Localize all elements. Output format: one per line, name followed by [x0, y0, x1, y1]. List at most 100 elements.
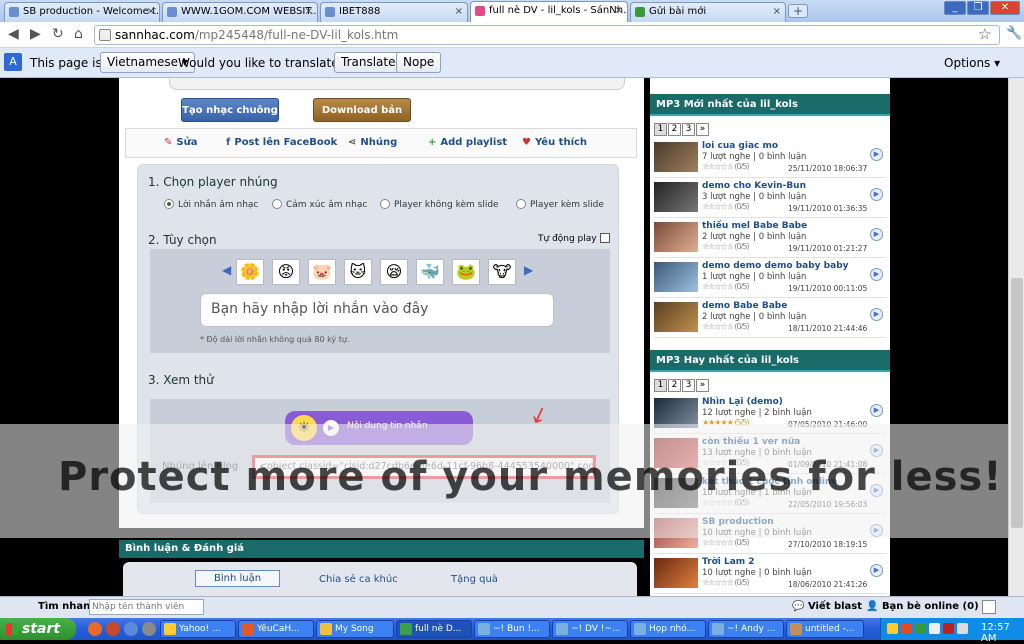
embed-link[interactable]: ⋖ Nhúng	[348, 137, 397, 148]
translate-button[interactable]: Translate	[334, 52, 403, 73]
play-icon[interactable]: ▶	[870, 484, 883, 497]
play-icon[interactable]: ▶	[323, 420, 339, 436]
song-title[interactable]: SB production	[702, 517, 774, 527]
home-icon[interactable]: ⌂	[74, 26, 83, 42]
wrench-menu-icon[interactable]: 🔧	[1006, 26, 1022, 41]
start-button[interactable]: start	[0, 618, 76, 640]
emoticon-frog-icon[interactable]: 🐸	[452, 259, 480, 285]
url-input[interactable]: sannhac.com/mp245448/full-ne-DV-lil_kols…	[94, 25, 1000, 45]
emoticon-whale-icon[interactable]: 🐳	[416, 259, 444, 285]
autoplay-toggle[interactable]: Tự động play	[538, 233, 610, 244]
emoticon-pig-icon[interactable]: 🐷	[308, 259, 336, 285]
taskbar-item[interactable]: Họp nhó...	[630, 620, 706, 638]
list-item[interactable]: demo cho Kevin-Bun 3 lượt nghe | 0 bình l…	[654, 180, 886, 218]
page-3[interactable]: 3	[682, 123, 695, 136]
facebook-link[interactable]: f Post lên FaceBook	[226, 137, 337, 148]
taskbar-item[interactable]: ~! DV !~...	[552, 620, 628, 638]
song-title[interactable]: Nhìn Lại (demo)	[702, 397, 783, 407]
song-title[interactable]: loi cua giac mo	[702, 141, 778, 151]
scrollbar-thumb[interactable]	[1011, 278, 1023, 528]
taskbar-item[interactable]: untitled -...	[786, 620, 864, 638]
prev-arrow-icon[interactable]: ◀	[222, 263, 231, 277]
firefox-icon[interactable]	[88, 622, 102, 636]
minimize-button[interactable]: _	[944, 1, 966, 15]
page-2[interactable]: 2	[668, 379, 681, 392]
tray-safely-remove-icon[interactable]	[957, 623, 968, 634]
list-item[interactable]: thiếu mel Babe Babe 2 lượt nghe | 0 bình …	[654, 220, 886, 258]
play-icon[interactable]: ▶	[870, 308, 883, 321]
page-1[interactable]: 1	[654, 123, 667, 136]
close-tab-icon[interactable]: ×	[773, 3, 781, 21]
play-icon[interactable]: ▶	[870, 444, 883, 457]
vertical-scrollbar[interactable]	[1008, 78, 1024, 596]
song-title[interactable]: Trời Lam 2	[702, 557, 755, 567]
ringtone-button[interactable]: Tạo nhạc chuông	[181, 98, 279, 122]
play-icon[interactable]: ▶	[870, 404, 883, 417]
tab-comments[interactable]: Bình luận	[195, 570, 281, 587]
forward-icon[interactable]: ▶	[30, 26, 41, 42]
song-title[interactable]: thiếu mel Babe Babe	[702, 221, 807, 231]
tray-antivirus-icon[interactable]	[943, 623, 954, 634]
close-window-button[interactable]: ✕	[990, 1, 1020, 15]
song-title[interactable]: kết thúc 1 cuộc tình online	[702, 477, 838, 487]
tray-volume-icon[interactable]	[929, 623, 940, 634]
add-playlist-link[interactable]: + Add playlist	[428, 137, 507, 148]
song-title[interactable]: demo demo demo baby baby	[702, 261, 849, 271]
radio-player-with-slide[interactable]: Player kèm slide	[516, 199, 604, 210]
list-item[interactable]: loi cua giac mo 7 lượt nghe | 0 bình luận…	[654, 140, 886, 178]
viet-blast-button[interactable]: 💬 Viết blast	[792, 601, 862, 612]
emoticon-pinkcow-icon[interactable]: 🐮	[488, 259, 516, 285]
browser-tab-2[interactable]: WWW.1GOM.COM WEBSIT... ×	[162, 2, 318, 22]
page-3[interactable]: 3	[682, 379, 695, 392]
browser-tab-3[interactable]: IBET888 ×	[320, 2, 468, 22]
play-icon[interactable]: ▶	[870, 148, 883, 161]
close-tab-icon[interactable]: ×	[147, 3, 155, 21]
back-icon[interactable]: ◀	[8, 26, 19, 42]
page-2[interactable]: 2	[668, 123, 681, 136]
nope-button[interactable]: Nope	[396, 52, 442, 73]
taskbar-item[interactable]: ~! Andy ...	[708, 620, 784, 638]
taskbar-item[interactable]: My Song	[316, 620, 394, 638]
preview-player[interactable]: ☀ ▶ Nội dung tin nhắn	[285, 411, 473, 445]
play-icon[interactable]: ▶	[870, 524, 883, 537]
download-button[interactable]: Download bản thu	[313, 98, 411, 140]
list-item[interactable]: demo Babe Babe 2 lượt nghe | 0 bình luận ☆…	[654, 300, 886, 338]
taskbar-item[interactable]: Yahoo! ...	[160, 620, 236, 638]
tray-messenger-icon[interactable]	[887, 623, 898, 634]
taskbar-item[interactable]: YêuCaH...	[238, 620, 314, 638]
tray-app-icon[interactable]	[901, 623, 912, 634]
browser-tab-4-active[interactable]: full nè DV - lil_kols - SánNh... ×	[470, 1, 628, 22]
message-input[interactable]: Bạn hãy nhập lời nhắn vào đây	[200, 293, 554, 327]
list-item[interactable]: Nhìn Lại (demo) 12 lượt nghe | 2 bình luậ…	[654, 396, 886, 434]
new-tab-button[interactable]: +	[788, 4, 808, 18]
favorite-link[interactable]: ♥ Yêu thích	[522, 137, 587, 148]
play-icon[interactable]: ▶	[870, 228, 883, 241]
emoticon-red-icon[interactable]: 😡	[272, 259, 300, 285]
embed-code-field[interactable]: <object classid="clsid:d27cdb6e-ae6d-11c…	[252, 455, 596, 479]
page-1[interactable]: 1	[654, 379, 667, 392]
taskbar-item[interactable]: ~! Bun !...	[474, 620, 550, 638]
bookmark-star-icon[interactable]: ☆	[978, 25, 991, 43]
emoticon-sun-icon[interactable]: 🌼	[236, 259, 264, 285]
list-item[interactable]: Trời Lam 2 10 lượt nghe | 0 bình luận ☆☆☆☆…	[654, 556, 886, 594]
tab-share-song[interactable]: Chia sẻ ca khúc	[319, 574, 398, 585]
browser-tab-1[interactable]: SB production - Welcome t... ×	[4, 2, 160, 22]
list-item[interactable]: SB production 10 lượt nghe | 0 bình luận ☆…	[654, 516, 886, 554]
show-desktop-icon[interactable]	[142, 622, 156, 636]
browser-tab-5[interactable]: Gửi bài mới ×	[630, 2, 786, 22]
quicklaunch-icon[interactable]	[106, 622, 120, 636]
list-item[interactable]: còn thiếu 1 ver nữa 13 lượt nghe | 0 bình…	[654, 436, 886, 474]
close-tab-icon[interactable]: ×	[305, 3, 313, 21]
reload-icon[interactable]: ↻	[52, 26, 64, 42]
song-title[interactable]: demo cho Kevin-Bun	[702, 181, 806, 191]
radio-player-no-slide[interactable]: Player không kèm slide	[380, 199, 499, 210]
song-title[interactable]: còn thiếu 1 ver nữa	[702, 437, 800, 447]
close-tab-icon[interactable]: ×	[615, 2, 623, 20]
tray-network-icon[interactable]	[915, 623, 926, 634]
radio-music-message[interactable]: Lời nhắn âm nhạc	[164, 199, 258, 210]
taskbar-item-active[interactable]: full nè D...	[396, 620, 472, 638]
play-icon[interactable]: ▶	[870, 564, 883, 577]
member-search-input[interactable]	[89, 599, 204, 615]
options-menu[interactable]: Options ▾	[944, 56, 1000, 70]
radio-music-emotion[interactable]: Cảm xúc âm nhạc	[272, 199, 367, 210]
